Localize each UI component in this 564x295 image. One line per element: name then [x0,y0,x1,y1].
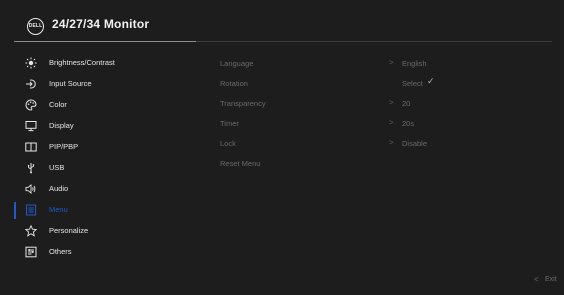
submenu-item-value: Select [402,79,423,88]
input-source-icon [25,78,37,90]
color-palette-icon [25,99,37,111]
dell-logo: DELL [27,18,44,35]
menu-item-label: PIP/PBP [49,142,79,151]
star-icon [25,225,37,237]
submenu-item-label: Timer [220,119,239,128]
menu-icon [25,204,37,216]
brightness-icon [25,57,37,69]
submenu-item-timer[interactable]: Timer > 20s [220,113,550,133]
checkmark-icon: ✓ [427,76,435,86]
chevron-right-icon: > [389,98,394,107]
submenu-item-language[interactable]: Language > English [220,53,550,73]
menu-item-label: USB [49,163,65,172]
submenu-item-rotation[interactable]: Rotation Select ✓ [220,73,550,93]
submenu-item-value: 20s [402,119,415,128]
submenu-item-label: Lock [220,139,236,148]
usb-icon [25,162,37,174]
pip-pbp-icon [25,141,37,153]
submenu-item-lock[interactable]: Lock > Disable [220,133,550,153]
submenu-item-value: English [402,59,427,68]
chevron-right-icon: > [389,138,394,147]
menu-item-label: Others [49,247,72,256]
submenu-item-transparency[interactable]: Transparency > 20 [220,93,550,113]
submenu-item-label: Transparency [220,99,266,108]
submenu-item-value: 20 [402,99,411,108]
menu-item-display[interactable]: Display [14,116,196,137]
osd-title: 24/27/34 Monitor [52,17,150,31]
menu-item-label: Display [49,121,74,130]
submenu-item-label: Reset Menu [220,159,261,168]
menu-item-label: Menu [49,205,68,214]
menu-item-label: Personalize [49,226,89,235]
menu-item-label: Color [49,100,67,109]
osd-header: DELL 24/27/34 Monitor [0,0,564,46]
menu-item-label: Input Source [49,79,92,88]
submenu-item-label: Language [220,59,254,68]
display-icon [25,120,37,132]
header-divider-highlight [14,41,196,42]
others-icon [25,246,37,258]
menu-item-others[interactable]: Others [14,242,196,263]
menu-item-label: Audio [49,184,69,193]
menu-item-pip-pbp[interactable]: PIP/PBP [14,137,196,158]
menu-item-color[interactable]: Color [14,95,196,116]
chevron-left-icon: < [534,275,539,284]
menu-item-label: Brightness/Contrast [49,58,115,67]
exit-label: Exit [545,276,557,283]
logo-text: DELL [28,23,43,29]
submenu-item-value: Disable [402,139,428,148]
submenu-panel: Language > English Rotation Select ✓ Tra… [220,53,550,173]
menu-item-input-source[interactable]: Input Source [14,74,196,95]
chevron-right-icon: > [389,58,394,67]
menu-item-menu[interactable]: Menu [14,200,196,221]
menu-item-personalize[interactable]: Personalize [14,221,196,242]
submenu-item-label: Rotation [220,79,248,88]
submenu-item-reset-menu[interactable]: Reset Menu [220,153,550,173]
audio-icon [25,183,37,195]
menu-item-brightness-contrast[interactable]: Brightness/Contrast [14,53,196,74]
menu-item-usb[interactable]: USB [14,158,196,179]
chevron-right-icon: > [389,118,394,127]
main-menu: Brightness/Contrast Input Source Color D… [14,53,196,263]
monitor-osd: DELL 24/27/34 Monitor Brightness/Contras… [0,0,564,295]
menu-item-audio[interactable]: Audio [14,179,196,200]
